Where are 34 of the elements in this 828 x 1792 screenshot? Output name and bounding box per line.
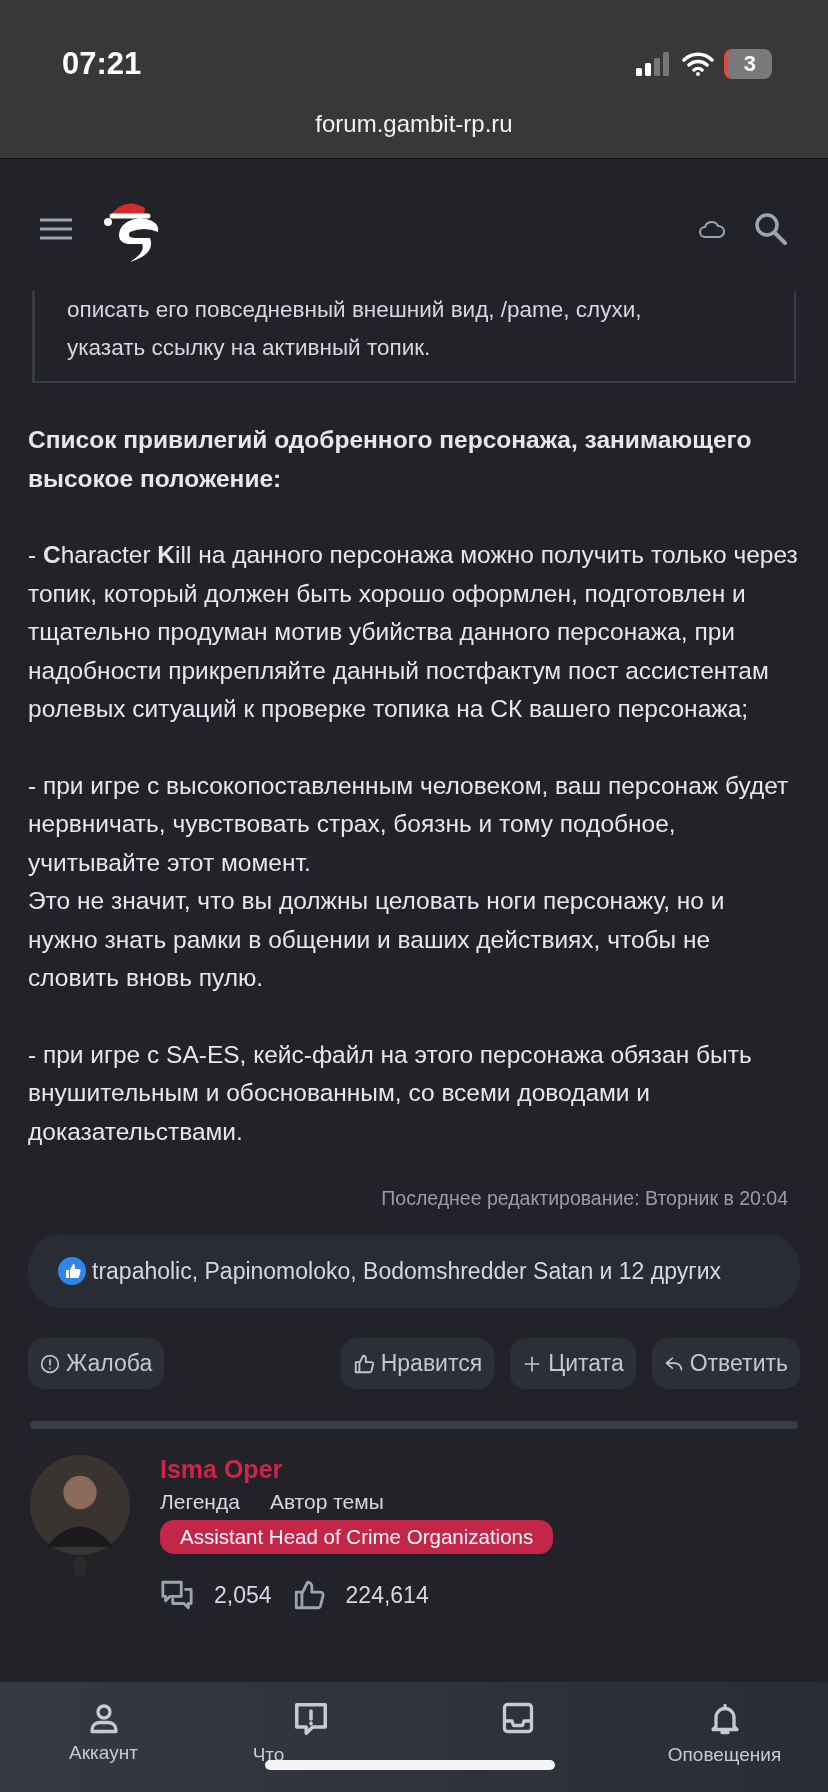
url-text[interactable]: forum.gambit-rp.ru	[315, 110, 513, 138]
wifi-icon	[681, 52, 714, 76]
quote-text: описать его повседневный внешний вид, /pame, слухи,	[67, 296, 643, 324]
paragraph: - при игре с высокопоставленным человеком, ваш персонаж будет нервничать, чувствовать страх, боязнь и тому подобное, учитывайте этот момент.	[28, 770, 790, 878]
reactions-bar[interactable]: trapaholic, Papinomoloko, Bodomshredder Satan и 12 других	[28, 1234, 800, 1308]
nav-tab[interactable]: Аккаунт	[0, 1700, 207, 1780]
clock: 07:21	[62, 46, 142, 82]
report-button[interactable]: Жалоба	[28, 1338, 165, 1389]
battery-level: 3	[723, 49, 772, 79]
user-rank: Легенда	[160, 1490, 240, 1514]
edited-note: Последнее редактирование: Вторник в 20:04	[381, 1187, 788, 1210]
like-count: 224,614	[345, 1581, 429, 1609]
thumbs-up-icon	[352, 1352, 375, 1375]
warning-icon	[40, 1353, 60, 1374]
cloud-icon[interactable]	[698, 219, 726, 239]
paragraph: Это не значит, что вы должны целовать ноги персонажу, но и нужно знать рамки в общении и ваших действиях, чтобы не словить вновь пулю.	[28, 886, 726, 993]
paragraph: - Character Kill на данного персонажа можно получить только через топик, который должен быть хорошо оформлен, подготовлен и тщательно продуман мотив убийства данного персонажа, при надобности прикрепляйте данный постфактум пост ассистентам ролевых ситуаций к проверке топика на СК вашего персонажа;	[28, 540, 799, 724]
quote-button[interactable]: Цитата	[510, 1338, 636, 1389]
messages-icon	[160, 1578, 194, 1612]
signal-icon	[635, 52, 672, 76]
reply-button[interactable]: Ответить	[651, 1338, 800, 1389]
like-badge-icon	[58, 1257, 86, 1285]
nav-tab[interactable]: Оповещения	[621, 1700, 828, 1780]
user-title-badge: Assistant Head of Crime Organizations	[160, 1520, 554, 1554]
like-button[interactable]: Нравится	[340, 1338, 495, 1389]
menu-icon[interactable]	[40, 218, 72, 240]
search-icon[interactable]	[754, 212, 788, 246]
message-count: 2,054	[214, 1581, 272, 1609]
nav-tab[interactable]: Что	[207, 1700, 414, 1780]
section-heading: Список привилегий одобренного персонажа, занимающего высокое положение:	[28, 425, 753, 494]
reactions-text: trapaholic, Papinomoloko, Bodomshredder Satan и 12 других	[58, 1254, 721, 1288]
thread-author-label: Автор темы	[269, 1490, 384, 1514]
quote-text: указать ссылку на активный топик.	[67, 334, 432, 362]
paragraph: - при игре с SA-ES, кейс-файл на этого персонажа обязан быть внушительным и обоснованным, со всеми доводами и доказательствами.	[28, 1039, 753, 1147]
